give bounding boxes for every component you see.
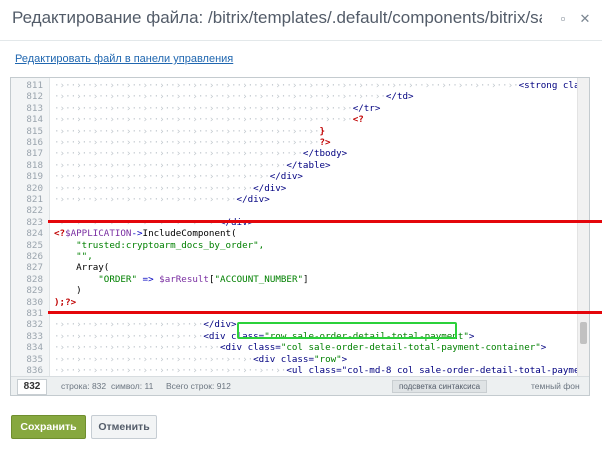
code-line[interactable]: 812 ·›··›··›··›··›··›··›··›··›··›··›··›··… (11, 91, 577, 102)
code-line[interactable]: 824 <?$APPLICATION->IncludeComponent( (11, 228, 577, 239)
line-number: 813 (26, 102, 43, 114)
code-text: ·›··›··›··›··›··›··›··›··›··›··›··›··›··… (54, 137, 331, 148)
syntax-highlight-toggle[interactable]: подсветка синтаксиса (392, 380, 488, 393)
code-line[interactable]: 828 "ORDER" => $arResult["ACCOUNT_NUMBER… (11, 274, 577, 285)
code-line[interactable]: 815 ·›··›··›··›··›··›··›··›··›··›··›··›··… (11, 126, 577, 137)
line-number: 827 (26, 262, 43, 274)
code-line[interactable]: 811 ·›··›··›··›··›··›··›··›··›··›··›··›··… (11, 80, 577, 91)
annotation-red-line-bottom (48, 311, 602, 314)
line-number: 835 (26, 353, 43, 365)
code-text: ·›··›··›··›··›··›··›··›··›··›··›··›··›··… (54, 80, 577, 91)
code-text: ·›··›··›··›··›··›··›··›··›··›··›··›··›··… (54, 365, 577, 376)
code-line[interactable]: 826 "", (11, 251, 577, 262)
edit-in-control-panel-link[interactable]: Редактировать файл в панели управления (15, 53, 233, 65)
code-line[interactable]: 829 ) (11, 285, 577, 296)
dialog-title: Редактирование файла: /bitrix/templates/… (12, 8, 542, 27)
code-line[interactable]: 827 Array( (11, 262, 577, 273)
line-number: 829 (26, 285, 43, 297)
code-line[interactable]: 819 ·›··›··›··›··›··›··›··›··›··›··›··›··… (11, 171, 577, 182)
status-line-text: строка: 832 (61, 381, 107, 391)
close-icon[interactable]: ✕ (578, 12, 592, 26)
code-line[interactable]: 834 ·›··›··›··›··›··›··›··›··›··›·<div cl… (11, 342, 577, 353)
code-text: ·›··›··›··›··›··›··›··›··›··›··›··›··›··… (54, 114, 364, 126)
code-line[interactable]: 822 (11, 205, 577, 216)
line-number: 833 (26, 330, 43, 342)
line-number: 836 (26, 365, 43, 376)
dark-theme-toggle[interactable]: темный фон (531, 381, 580, 391)
code-text: <?$APPLICATION->IncludeComponent( (54, 228, 237, 240)
line-number: 834 (26, 342, 43, 354)
code-text: ·›··›··›··›··›··›··›··›··›··›··›··›··›··… (54, 148, 348, 160)
editor-vertical-scrollbar[interactable] (577, 78, 589, 376)
line-number: 831 (26, 308, 43, 319)
line-number: 824 (26, 228, 43, 240)
code-text: );?> (54, 296, 77, 308)
line-number: 815 (26, 125, 43, 137)
code-line[interactable]: 825 "trusted:cryptoarm_docs_by_order", (11, 240, 577, 251)
code-line[interactable]: 814 ·›··›··›··›··›··›··›··›··›··›··›··›··… (11, 114, 577, 125)
status-symbol-text: символ: 11 (111, 381, 154, 391)
status-total-text: Всего строк: 912 (166, 381, 231, 391)
line-number: 822 (26, 205, 43, 217)
line-number: 811 (26, 80, 43, 91)
code-text: ·›··›··›··›··›··›··›··›··›··›··›··›··›··… (54, 125, 326, 137)
code-text: Array( (54, 262, 110, 274)
code-line[interactable]: 817 ·›··›··›··›··›··›··›··›··›··›··›··›··… (11, 148, 577, 159)
file-edit-dialog: Редактирование файла: /bitrix/templates/… (0, 0, 602, 449)
code-line[interactable]: 820 ·›··›··›··›··›··›··›··›··›··›··›··›·<… (11, 183, 577, 194)
code-line[interactable]: 836 ·›··›··›··›··›··›··›··›··›··›··›··›··… (11, 365, 577, 376)
code-text: "ORDER" => $arResult["ACCOUNT_NUMBER"] (98, 273, 309, 285)
annotation-red-line-top (48, 220, 602, 223)
line-number: 816 (26, 137, 43, 148)
line-number: 826 (26, 251, 43, 262)
line-number: 814 (26, 114, 43, 126)
line-number: 832 (26, 319, 43, 331)
cancel-button[interactable]: Отменить (91, 415, 157, 439)
code-text: ·›··›··›··›··›··›··›··›··›··›··›·</div> (54, 194, 270, 205)
line-number: 828 (26, 273, 43, 285)
line-number: 817 (26, 148, 43, 160)
code-text: ·›··›··›··›··›··›··›··›··›··›··›··›·<div… (54, 353, 348, 365)
code-text: ·›··›··›··›··›··›··›··›··›··›··›··›··›·<… (54, 171, 303, 183)
code-text: ·›··›··›··›··›··›··›··›··›··›··›··›··›··… (54, 91, 414, 103)
editor-statusbar: 832 строка: 832 символ: 11 Всего строк: … (11, 376, 589, 395)
maximize-icon[interactable]: ▫ (556, 12, 570, 26)
code-line[interactable]: 813 ·›··›··›··›··›··›··›··›··›··›··›··›··… (11, 103, 577, 114)
code-text: "", (76, 251, 93, 262)
dialog-titlebar[interactable]: Редактирование файла: /bitrix/templates/… (0, 0, 602, 41)
code-line[interactable]: 818 ·›··›··›··›··›··›··›··›··›··›··›··›··… (11, 160, 577, 171)
code-text: ) (54, 285, 82, 297)
code-text: "trusted:cryptoarm_docs_by_order", (76, 239, 265, 251)
line-number: 819 (26, 171, 43, 183)
line-number: 818 (26, 159, 43, 171)
line-number: 821 (26, 194, 43, 205)
line-number: 830 (26, 296, 43, 308)
code-line[interactable]: 816 ·›··›··›··›··›··›··›··›··›··›··›··›··… (11, 137, 577, 148)
line-number: 820 (26, 182, 43, 194)
line-number: 812 (26, 91, 43, 103)
code-editor[interactable]: 811 ·›··›··›··›··›··›··›··›··›··›··›··›··… (10, 77, 590, 396)
annotation-green-highlight (237, 322, 457, 339)
code-line[interactable]: 835 ·›··›··›··›··›··›··›··›··›··›··›··›·<… (11, 354, 577, 365)
save-button[interactable]: Сохранить (11, 415, 86, 439)
scrollbar-thumb[interactable] (580, 322, 587, 344)
code-line[interactable]: 821 ·›··›··›··›··›··›··›··›··›··›··›·</di… (11, 194, 577, 205)
code-text: ·›··›··›··›··›··›··›··›··›··›·<div class… (54, 342, 547, 354)
code-text: ·›··›··›··›··›··›··›··›··›··›··›··›··›··… (54, 102, 381, 114)
code-text: ·›··›··›··›··›··›··›··›··›··›··›··›·</di… (54, 182, 287, 194)
line-number: 823 (26, 216, 43, 228)
code-text: ·›··›··›··›··›··›··›··›··›··›··›··›··›··… (54, 159, 331, 171)
code-line[interactable]: 830 );?> (11, 297, 577, 308)
goto-line-input[interactable]: 832 (17, 379, 47, 395)
code-text: ·›··›··›··›··›··›··›··›··›·</div> (54, 319, 237, 331)
line-number: 825 (26, 239, 43, 251)
